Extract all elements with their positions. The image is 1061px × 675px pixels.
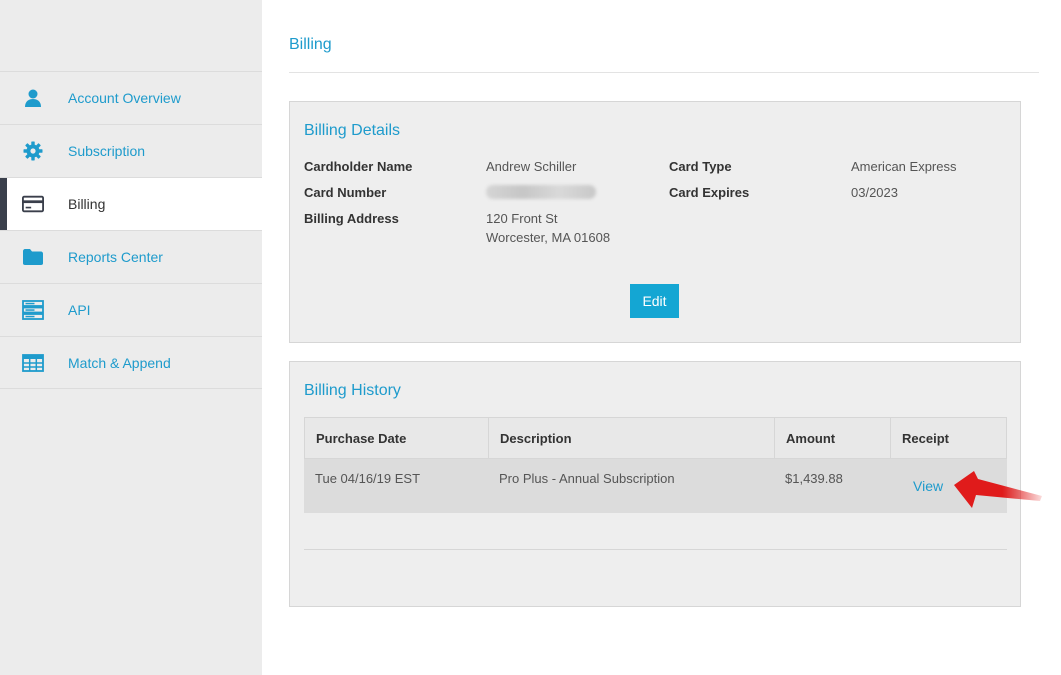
billing-history-panel: Billing History Purchase Date Descriptio… xyxy=(289,361,1021,607)
sidebar-item-label: Billing xyxy=(68,196,106,212)
card-number-redacted xyxy=(486,185,596,199)
billing-details-title: Billing Details xyxy=(304,122,401,139)
purchase-date-cell: Tue 04/16/19 EST xyxy=(315,471,421,486)
billing-address-label: Billing Address xyxy=(304,211,399,226)
sidebar-item-label: API xyxy=(68,302,91,318)
billing-address-line1: 120 Front St xyxy=(486,211,558,226)
table-icon xyxy=(22,352,44,374)
billing-details-panel: Billing Details Cardholder Name Andrew S… xyxy=(289,101,1021,343)
billing-address-line2: Worcester, MA 01608 xyxy=(486,230,611,245)
card-type-label: Card Type xyxy=(669,159,732,174)
title-divider xyxy=(289,72,1039,73)
amount-cell: $1,439.88 xyxy=(785,471,843,486)
column-header-receipt: Receipt xyxy=(902,431,949,446)
sidebar-item-label: Reports Center xyxy=(68,249,163,265)
server-icon xyxy=(22,299,44,321)
credit-card-icon xyxy=(22,193,44,215)
table-bottom-divider xyxy=(304,549,1007,550)
column-header-amount: Amount xyxy=(775,418,891,458)
sidebar: Account Overview Subscription Billing Re… xyxy=(0,0,262,675)
sidebar-item-api[interactable]: API xyxy=(0,283,262,336)
sidebar-nav: Account Overview Subscription Billing Re… xyxy=(0,71,262,389)
card-expires-value: 03/2023 xyxy=(851,185,898,200)
table-header: Purchase Date Description Amount Receipt xyxy=(304,417,1007,459)
card-expires-label: Card Expires xyxy=(669,185,750,200)
sidebar-item-label: Match & Append xyxy=(68,354,171,371)
page-title: Billing xyxy=(289,36,332,53)
billing-history-table: Purchase Date Description Amount Receipt… xyxy=(304,417,1007,513)
gear-icon xyxy=(22,140,44,162)
sidebar-item-billing[interactable]: Billing xyxy=(0,177,262,230)
billing-history-title: Billing History xyxy=(304,382,401,399)
sidebar-item-label: Subscription xyxy=(68,143,146,159)
folder-icon xyxy=(22,246,44,268)
cardholder-name-label: Cardholder Name xyxy=(304,159,413,174)
user-icon xyxy=(22,87,44,109)
sidebar-item-match-append[interactable]: Match & Append xyxy=(0,336,262,389)
cardholder-name-value: Andrew Schiller xyxy=(486,159,577,174)
card-type-value: American Express xyxy=(851,159,957,174)
column-header-purchase-date: Purchase Date xyxy=(305,418,489,458)
sidebar-item-subscription[interactable]: Subscription xyxy=(0,124,262,177)
red-arrow-annotation-icon xyxy=(954,471,1042,508)
sidebar-item-label: Account Overview xyxy=(68,90,181,106)
edit-button[interactable]: Edit xyxy=(630,284,679,318)
description-cell: Pro Plus - Annual Subscription xyxy=(499,471,675,486)
card-number-label: Card Number xyxy=(304,185,387,200)
sidebar-item-account-overview[interactable]: Account Overview xyxy=(0,71,262,124)
view-receipt-link[interactable]: View xyxy=(913,478,943,494)
column-header-description: Description xyxy=(489,418,775,458)
sidebar-item-reports-center[interactable]: Reports Center xyxy=(0,230,262,283)
table-row: Tue 04/16/19 EST Pro Plus - Annual Subsc… xyxy=(304,459,1007,513)
